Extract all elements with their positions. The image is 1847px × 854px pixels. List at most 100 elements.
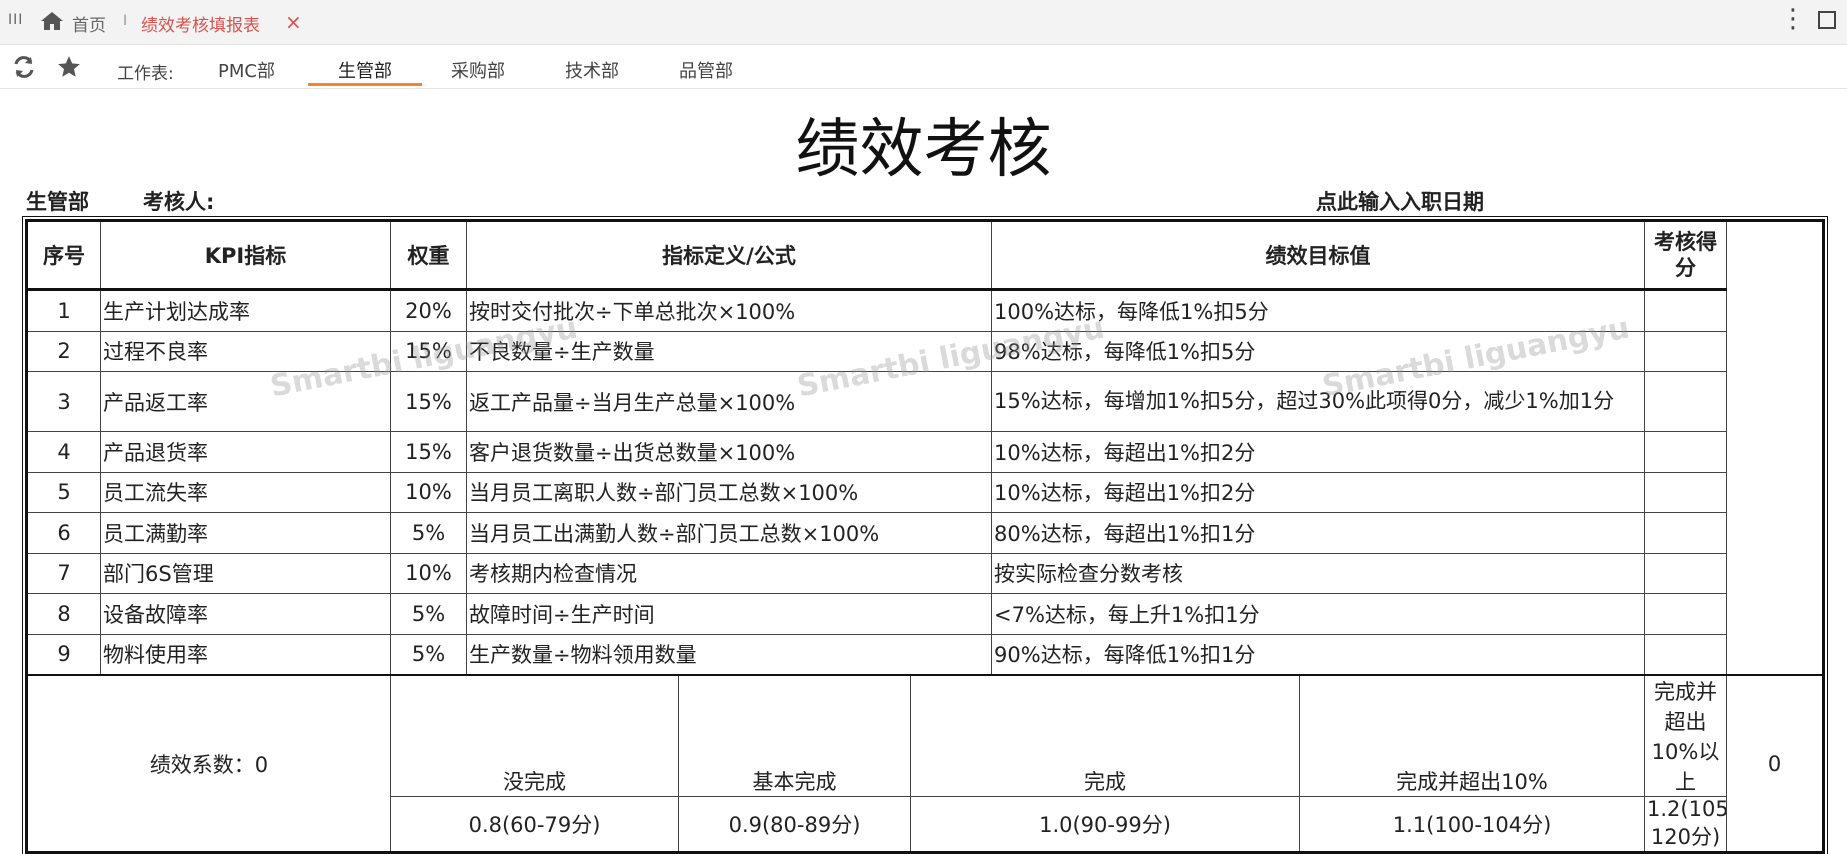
kpi-table: 序号 KPI指标 权重 指标定义/公式 绩效目标值 考核得分 1 生产计划达成率… [22, 216, 1828, 854]
row-formula: 当月员工出满勤人数÷部门员工总数×100% [465, 512, 993, 554]
table-row: 1 生产计划达成率 20% 按时交付批次÷下单总批次×100% 100%达标，每… [26, 289, 1824, 332]
row-weight: 15% [390, 330, 467, 372]
header-weight: 权重 [390, 220, 467, 291]
row-target: 100%达标，每降低1%扣5分 [991, 289, 1646, 332]
grade-value: 1.2(105-120分) [1644, 796, 1728, 853]
sheet-tab-purchasing[interactable]: 采购部 [451, 57, 505, 83]
table-header-row: 序号 KPI指标 权重 指标定义/公式 绩效目标值 考核得分 [26, 220, 1824, 291]
row-weight: 15% [390, 431, 467, 473]
refresh-icon[interactable] [12, 55, 36, 79]
grade-name: 完成 [909, 674, 1301, 797]
row-score-cell[interactable] [1644, 471, 1728, 513]
row-score-cell[interactable] [1644, 552, 1728, 594]
sheet-tab-technical[interactable]: 技术部 [565, 57, 619, 83]
table-row: 4 产品退货率 15% 客户退货数量÷出货总数量×100% 10%达标，每超出1… [26, 431, 1824, 473]
close-tab-icon[interactable]: × [285, 10, 302, 34]
row-score-cell[interactable] [1644, 330, 1728, 372]
row-score-cell[interactable] [1644, 593, 1728, 635]
home-icon[interactable] [40, 11, 64, 31]
row-formula: 不良数量÷生产数量 [465, 330, 993, 372]
row-target: 按实际检查分数考核 [991, 552, 1646, 594]
report-title: 绩效考核 [795, 113, 1052, 187]
row-kpi: 设备故障率 [100, 593, 391, 635]
row-no: 3 [26, 371, 101, 432]
row-formula: 故障时间÷生产时间 [465, 593, 993, 635]
row-weight: 5% [390, 512, 467, 554]
department-name: 生管部 [26, 190, 89, 214]
header-target: 绩效目标值 [991, 220, 1646, 291]
performance-coefficient: 绩效系数：0 [26, 674, 391, 853]
row-no: 4 [26, 431, 101, 473]
row-formula: 客户退货数量÷出货总数量×100% [465, 431, 993, 473]
row-score-cell[interactable] [1644, 633, 1728, 676]
grade-value: 1.1(100-104分) [1299, 796, 1646, 853]
table-row: 5 员工流失率 10% 当月员工离职人数÷部门员工总数×100% 10%达标，每… [26, 471, 1824, 513]
home-tab[interactable]: 首页 [72, 11, 106, 36]
row-weight: 10% [390, 471, 467, 513]
row-kpi: 产品返工率 [100, 371, 391, 432]
row-kpi: 生产计划达成率 [100, 289, 391, 332]
row-no: 5 [26, 471, 101, 513]
row-score-cell[interactable] [1644, 431, 1728, 473]
more-options-icon[interactable]: ⋮ [1780, 6, 1806, 32]
grade-value: 0.8(60-79分) [390, 796, 679, 853]
row-no: 7 [26, 552, 101, 594]
top-tab-bar: III 首页 I 绩效考核填报表 × ⋮ [0, 0, 1847, 45]
row-formula: 考核期内检查情况 [465, 552, 993, 594]
grade-value: 0.9(80-89分) [678, 796, 911, 853]
row-kpi: 员工流失率 [100, 471, 391, 513]
header-no: 序号 [26, 220, 101, 291]
row-target: 10%达标，每超出1%扣2分 [991, 431, 1646, 473]
active-tab-indicator [308, 83, 422, 86]
grade-name: 完成并超出10%以上 [1644, 674, 1728, 797]
sheet-tab-production[interactable]: 生管部 [338, 57, 392, 83]
star-icon[interactable] [56, 54, 82, 80]
total-score: 0 [1726, 674, 1824, 853]
menu-toggle-icon[interactable]: III [8, 12, 23, 28]
table-row: 3 产品返工率 15% 返工产品量÷当月生产总量×100% 15%达标，每增加1… [26, 371, 1824, 432]
worksheet-label: 工作表: [117, 64, 174, 84]
row-target: 15%达标，每增加1%扣5分，超过30%此项得0分，减少1%加1分 [991, 371, 1646, 432]
table-row: 6 员工满勤率 5% 当月员工出满勤人数÷部门员工总数×100% 80%达标，每… [26, 512, 1824, 554]
row-target: 98%达标，每降低1%扣5分 [991, 330, 1646, 372]
row-kpi: 部门6S管理 [100, 552, 391, 594]
row-target: 80%达标，每超出1%扣1分 [991, 512, 1646, 554]
header-score: 考核得分 [1644, 220, 1728, 291]
row-weight: 10% [390, 552, 467, 594]
row-formula: 当月员工离职人数÷部门员工总数×100% [465, 471, 993, 513]
row-weight: 5% [390, 633, 467, 676]
row-no: 6 [26, 512, 101, 554]
grade-name: 没完成 [390, 674, 679, 797]
row-score-cell[interactable] [1644, 512, 1728, 554]
row-no: 8 [26, 593, 101, 635]
maximize-icon[interactable] [1818, 11, 1836, 29]
row-weight: 5% [390, 593, 467, 635]
row-score-cell[interactable] [1644, 371, 1728, 432]
grade-name: 完成并超出10% [1299, 674, 1646, 797]
table-row: 7 部门6S管理 10% 考核期内检查情况 按实际检查分数考核 [26, 552, 1824, 594]
row-weight: 20% [390, 289, 467, 332]
row-kpi: 员工满勤率 [100, 512, 391, 554]
row-formula: 生产数量÷物料领用数量 [465, 633, 993, 676]
sheet-toolbar: 工作表: PMC部 生管部 采购部 技术部 品管部 [0, 45, 1847, 89]
table-row: 8 设备故障率 5% 故障时间÷生产时间 <7%达标，每上升1%扣1分 [26, 593, 1824, 635]
tab-separator: I [123, 13, 128, 29]
assessor-label[interactable]: 考核人: [143, 186, 214, 216]
row-no: 2 [26, 330, 101, 372]
header-kpi: KPI指标 [100, 220, 391, 291]
sheet-tab-quality[interactable]: 品管部 [679, 57, 733, 83]
row-score-cell[interactable] [1644, 289, 1728, 332]
row-weight: 15% [390, 371, 467, 432]
table-row: 2 过程不良率 15% 不良数量÷生产数量 98%达标，每降低1%扣5分 [26, 330, 1824, 372]
sheet-tab-pmc[interactable]: PMC部 [218, 57, 275, 83]
grade-name: 基本完成 [678, 674, 911, 797]
row-no: 1 [26, 289, 101, 332]
row-kpi: 物料使用率 [100, 633, 391, 676]
tab-performance-report[interactable]: 绩效考核填报表 [141, 11, 260, 36]
entry-date-input[interactable]: 点此输入入职日期 [1316, 186, 1484, 216]
row-kpi: 过程不良率 [100, 330, 391, 372]
row-formula: 按时交付批次÷下单总批次×100% [465, 289, 993, 332]
table-row: 9 物料使用率 5% 生产数量÷物料领用数量 90%达标，每降低1%扣1分 [26, 633, 1824, 676]
header-formula: 指标定义/公式 [465, 220, 993, 291]
row-target: 10%达标，每超出1%扣2分 [991, 471, 1646, 513]
